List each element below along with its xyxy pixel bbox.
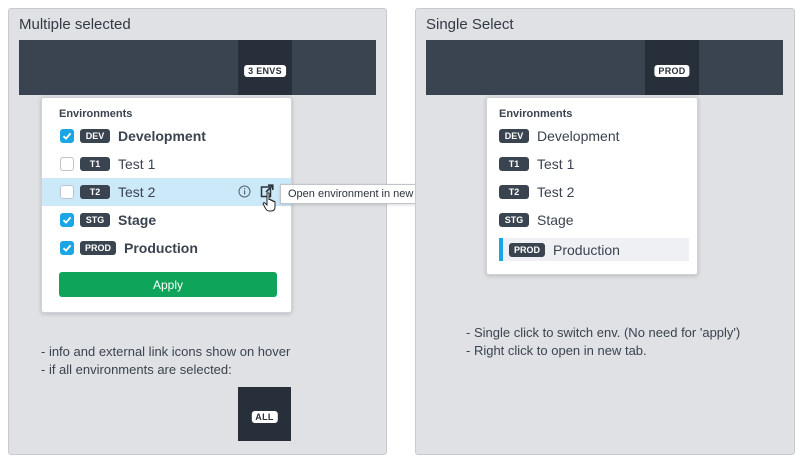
checkbox[interactable] (60, 185, 74, 199)
checkbox[interactable] (60, 157, 74, 171)
env-option-t1[interactable]: T1 Test 1 (42, 150, 291, 178)
env-label: Stage (537, 212, 574, 228)
top-bar: PROD (426, 40, 783, 95)
environments-dropdown: Environments DEV Development T1 Test 1 T… (486, 97, 698, 275)
env-label: Test 1 (537, 156, 575, 172)
env-tag: STG (499, 213, 529, 227)
env-option-prod[interactable]: PROD Production (42, 234, 291, 262)
single-select-notes: - Single click to switch env. (No need f… (466, 324, 740, 360)
dropdown-header: Environments (59, 108, 133, 120)
current-env-badge: PROD (654, 65, 690, 77)
note-line: - if all environments are selected: (41, 362, 232, 377)
env-label: Test 2 (118, 184, 156, 200)
env-option-t2[interactable]: T2 Test 2 (42, 178, 291, 212)
info-icon[interactable] (238, 185, 251, 203)
env-label: Production (553, 241, 620, 258)
env-label: Stage (118, 212, 157, 228)
env-tag: STG (80, 213, 110, 227)
note-line: - Right click to open in new tab. (466, 343, 647, 358)
note-line: - Single click to switch env. (No need f… (466, 325, 741, 340)
env-option-dev[interactable]: DEV Development (487, 122, 697, 150)
env-tag: PROD (80, 241, 117, 255)
env-tag: DEV (499, 129, 529, 143)
env-label: Production (124, 240, 198, 256)
apply-button[interactable]: Apply (59, 272, 277, 297)
panel-title: Single Select (426, 16, 514, 33)
all-envs-badge: ALL (251, 411, 278, 423)
env-tag: T2 (499, 185, 529, 199)
env-tag: T2 (80, 185, 110, 199)
top-bar: 3 ENVS (19, 40, 376, 95)
checkbox[interactable] (60, 213, 74, 227)
checkbox[interactable] (60, 241, 74, 255)
env-label: Test 1 (118, 156, 156, 172)
hover-notes: - info and external link icons show on h… (41, 343, 290, 379)
env-tag: DEV (80, 129, 110, 143)
all-envs-preview: ALL (238, 387, 291, 441)
env-switcher[interactable]: 3 ENVS (238, 40, 292, 95)
env-label: Development (537, 128, 620, 144)
env-option-stg[interactable]: STG Stage (42, 206, 291, 234)
panel-title: Multiple selected (19, 16, 131, 33)
env-tag: PROD (509, 242, 546, 257)
env-option-dev[interactable]: DEV Development (42, 122, 291, 150)
env-count-badge: 3 ENVS (244, 65, 286, 77)
checkbox[interactable] (60, 129, 74, 143)
env-label: Development (118, 128, 206, 144)
env-option-t2[interactable]: T2 Test 2 (487, 178, 697, 206)
selected-indicator (499, 238, 503, 261)
dropdown-header: Environments (499, 108, 573, 120)
env-tag: T1 (80, 157, 110, 171)
env-switcher[interactable]: PROD (645, 40, 699, 95)
env-label: Test 2 (537, 184, 575, 200)
env-option-prod[interactable]: PROD Production (499, 238, 689, 261)
note-line: - info and external link icons show on h… (41, 344, 291, 359)
env-tag: T1 (499, 157, 529, 171)
env-option-stg[interactable]: STG Stage (487, 206, 697, 234)
env-option-t1[interactable]: T1 Test 1 (487, 150, 697, 178)
environments-dropdown: Environments DEV Development T1 Test 1 T… (41, 97, 292, 313)
